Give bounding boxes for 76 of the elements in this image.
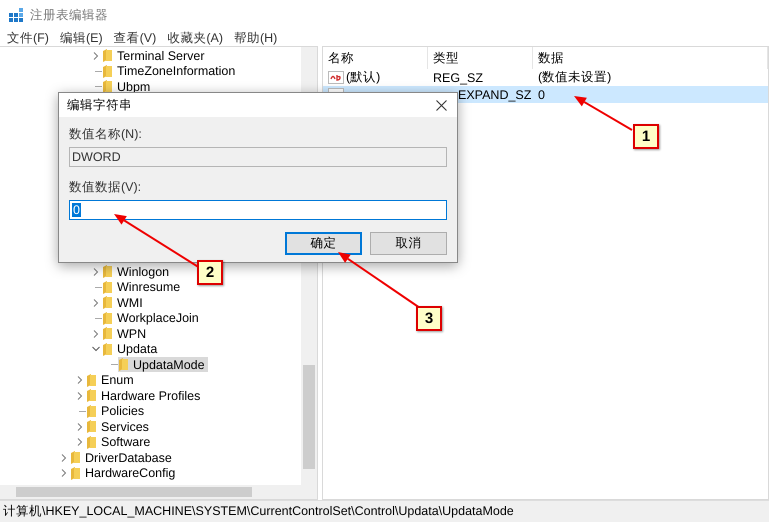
- chevron-right-icon[interactable]: [92, 52, 100, 60]
- tree-item[interactable]: HardwareConfig: [70, 466, 178, 481]
- chevron-right-icon[interactable]: [76, 438, 84, 446]
- menu-item[interactable]: 查看(V): [114, 30, 156, 46]
- value-data: 0: [537, 88, 546, 102]
- scrollbar[interactable]: [0, 485, 317, 499]
- dialog-title: 编辑字符串: [67, 96, 132, 114]
- tree-item[interactable]: TimeZoneInformation: [102, 64, 238, 79]
- tree-item[interactable]: WMI: [102, 295, 146, 310]
- folder-icon: [102, 342, 112, 356]
- close-icon[interactable]: [436, 100, 447, 110]
- tree-item[interactable]: Updata: [102, 342, 160, 357]
- field-label: 数值名称(N):: [69, 126, 143, 140]
- chevron-right-icon[interactable]: [92, 298, 100, 307]
- folder-icon: [86, 420, 96, 434]
- menu-item[interactable]: 帮助(H): [234, 30, 278, 46]
- input-field[interactable]: DWORD: [69, 147, 447, 167]
- callout-number: 1: [633, 124, 659, 149]
- tree-item[interactable]: Hardware Profiles: [86, 388, 204, 404]
- string-value-icon: [328, 71, 344, 84]
- folder-icon: [86, 389, 96, 402]
- folder-icon: [86, 404, 96, 418]
- tree-item[interactable]: Software: [86, 434, 154, 450]
- ok-button[interactable]: 确定: [285, 232, 362, 255]
- tree-item[interactable]: DriverDatabase: [70, 450, 175, 466]
- cancel-button[interactable]: 取消: [370, 232, 447, 255]
- tree-item[interactable]: Terminal Server: [102, 48, 208, 64]
- tree-item[interactable]: WPN: [102, 326, 150, 342]
- folder-icon: [118, 358, 128, 372]
- menu-item[interactable]: 编辑(E): [60, 30, 103, 46]
- input-field[interactable]: 0: [69, 200, 447, 220]
- folder-icon: [70, 466, 80, 480]
- value-type: REG_SZ: [432, 70, 484, 84]
- chevron-right-icon[interactable]: [60, 454, 68, 462]
- tree-item[interactable]: Enum: [86, 372, 137, 388]
- tree-item[interactable]: Winlogon: [102, 264, 172, 280]
- chevron-right-icon[interactable]: [92, 330, 100, 338]
- tree-item[interactable]: Policies: [86, 404, 148, 419]
- folder-icon: [102, 265, 112, 278]
- tree-item[interactable]: UpdataMode: [118, 357, 208, 372]
- chevron-right-icon[interactable]: [60, 469, 68, 478]
- folder-icon: [86, 374, 96, 387]
- folder-icon: [86, 436, 96, 449]
- status-path: 计算机\HKEY_LOCAL_MACHINE\SYSTEM\CurrentControlSet\Control\Updata\UpdataMode: [3, 503, 514, 520]
- tree-item[interactable]: WorkplaceJoin: [102, 310, 202, 326]
- tree-item[interactable]: Services: [86, 419, 152, 434]
- window-title: 注册表编辑器: [30, 6, 108, 24]
- tree-item[interactable]: Winresume: [102, 280, 184, 295]
- field-label: 数值数据(V):: [69, 179, 142, 193]
- arrow: [574, 96, 632, 131]
- folder-icon: [102, 296, 112, 310]
- chevron-right-icon[interactable]: [76, 392, 84, 400]
- folder-icon: [102, 49, 112, 62]
- chevron-right-icon[interactable]: [76, 422, 84, 431]
- chevron-right-icon[interactable]: [76, 376, 84, 384]
- folder-icon: [70, 451, 80, 464]
- menu-item[interactable]: 收藏夹(A): [167, 30, 223, 46]
- menu-item[interactable]: 文件(F): [7, 30, 49, 46]
- folder-icon: [102, 64, 112, 78]
- value-row[interactable]: (默认) REG_SZ (数值未设置): [323, 69, 768, 86]
- value-data: (数值未设置): [537, 69, 612, 86]
- value-name: (默认): [346, 69, 380, 86]
- folder-icon: [102, 327, 112, 340]
- callout-number: 3: [416, 306, 442, 331]
- callout-number: 2: [197, 260, 223, 285]
- value-type: EXPAND_SZ: [457, 88, 532, 102]
- folder-icon: [102, 80, 112, 94]
- column-header[interactable]: 名称: [323, 47, 428, 69]
- folder-icon: [102, 312, 112, 325]
- chevron-down-icon[interactable]: [92, 345, 100, 354]
- column-header[interactable]: 数据: [533, 47, 768, 69]
- chevron-right-icon[interactable]: [92, 268, 100, 276]
- tree-item[interactable]: Ubpm: [102, 79, 154, 94]
- app-icon: [9, 8, 24, 22]
- column-header[interactable]: 类型: [428, 47, 533, 69]
- folder-icon: [102, 280, 112, 294]
